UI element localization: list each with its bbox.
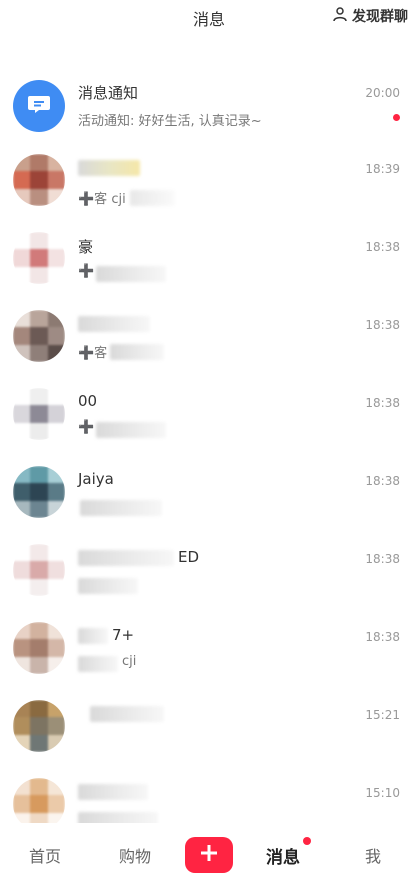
conversation-time: 15:10 bbox=[365, 786, 400, 800]
list-item[interactable]: ➕客 cji 18:39 bbox=[0, 148, 418, 226]
blurred-preview bbox=[78, 578, 138, 594]
unread-dot bbox=[393, 114, 400, 121]
tab-messages-label: 消息 bbox=[266, 847, 300, 868]
blurred-name bbox=[78, 628, 108, 644]
conversation-preview: cji bbox=[122, 654, 137, 669]
avatar bbox=[13, 388, 65, 440]
blurred-name bbox=[90, 706, 164, 722]
tab-home[interactable]: 首页 bbox=[5, 843, 85, 867]
avatar bbox=[13, 80, 65, 132]
person-icon bbox=[332, 6, 348, 26]
conversation-time: 18:38 bbox=[365, 474, 400, 488]
list-item[interactable]: Jaiya 18:38 bbox=[0, 460, 418, 538]
conversation-time: 18:38 bbox=[365, 318, 400, 332]
blurred-preview bbox=[110, 344, 164, 360]
conversation-name: 00 bbox=[78, 392, 98, 410]
conversation-preview: ➕ bbox=[78, 264, 95, 279]
blurred-name bbox=[78, 550, 174, 566]
conversation-preview: 活动通知: 好好生活, 认真记录~ bbox=[78, 114, 262, 129]
conversation-time: 18:38 bbox=[365, 396, 400, 410]
plus-icon bbox=[199, 843, 219, 867]
tab-shop[interactable]: 购物 bbox=[95, 843, 175, 867]
conversation-preview: ➕客 bbox=[78, 346, 108, 361]
conversation-time: 20:00 bbox=[365, 86, 400, 100]
avatar bbox=[13, 154, 65, 206]
avatar bbox=[13, 466, 65, 518]
conversation-time: 18:39 bbox=[365, 162, 400, 176]
conversation-time: 18:38 bbox=[365, 552, 400, 566]
list-item[interactable]: 00 ➕ 18:38 bbox=[0, 382, 418, 460]
conversation-name: 7+ bbox=[112, 626, 135, 644]
conversation-time: 15:21 bbox=[365, 708, 400, 722]
discover-group-chat-button[interactable]: 发现群聊 bbox=[332, 6, 408, 26]
blurred-preview bbox=[80, 500, 162, 516]
tab-messages[interactable]: 消息 bbox=[243, 836, 323, 868]
list-item-notification[interactable]: 消息通知 活动通知: 好好生活, 认真记录~ 20:00 bbox=[0, 70, 418, 148]
conversation-name: 豪 bbox=[78, 238, 94, 256]
unread-dot bbox=[303, 836, 311, 845]
discover-group-chat-label: 发现群聊 bbox=[352, 9, 408, 25]
list-item[interactable]: 15:21 bbox=[0, 694, 418, 772]
conversation-name: Jaiya bbox=[78, 470, 114, 488]
list-item[interactable]: ➕客 18:38 bbox=[0, 304, 418, 382]
blurred-name bbox=[78, 160, 140, 176]
message-bubble-icon bbox=[26, 91, 52, 121]
conversation-time: 18:38 bbox=[365, 240, 400, 254]
avatar bbox=[13, 544, 65, 596]
conversation-name: ED bbox=[178, 548, 200, 566]
conversation-name: 消息通知 bbox=[78, 84, 139, 102]
blurred-preview bbox=[130, 190, 175, 206]
avatar bbox=[13, 232, 65, 284]
list-item[interactable]: 7+ cji 18:38 bbox=[0, 616, 418, 694]
blurred-name bbox=[78, 316, 150, 332]
blurred-name bbox=[78, 784, 148, 800]
top-bar: 消息 发现群聊 bbox=[0, 0, 418, 34]
bottom-tab-bar: 首页 购物 消息 我 bbox=[0, 823, 418, 887]
conversation-time: 18:38 bbox=[365, 630, 400, 644]
avatar bbox=[13, 310, 65, 362]
avatar bbox=[13, 622, 65, 674]
add-post-button[interactable] bbox=[185, 837, 233, 873]
blurred-preview bbox=[78, 656, 118, 672]
list-item[interactable]: ED 18:38 bbox=[0, 538, 418, 616]
blurred-preview bbox=[96, 266, 166, 282]
avatar bbox=[13, 700, 65, 752]
conversation-preview: ➕ bbox=[78, 420, 95, 435]
tab-me[interactable]: 我 bbox=[333, 843, 413, 867]
list-item[interactable]: 豪 ➕ 18:38 bbox=[0, 226, 418, 304]
conversation-preview: ➕客 cji bbox=[78, 192, 126, 207]
blurred-preview bbox=[96, 422, 166, 438]
